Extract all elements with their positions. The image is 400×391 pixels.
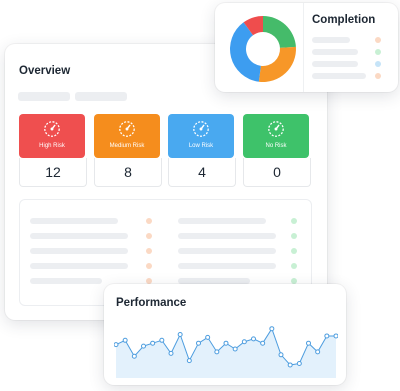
completion-divider bbox=[303, 3, 304, 92]
status-dot bbox=[146, 218, 152, 224]
performance-point-12[interactable] bbox=[223, 340, 229, 346]
gauge-icon bbox=[268, 121, 284, 137]
legend-line bbox=[312, 49, 358, 55]
performance-point-11[interactable] bbox=[214, 349, 220, 355]
performance-point-9[interactable] bbox=[196, 340, 201, 346]
placeholder-line bbox=[30, 218, 118, 224]
placeholder-line bbox=[178, 263, 276, 269]
high-risk-label: High Risk bbox=[39, 143, 65, 149]
no-risk-label: No Risk bbox=[265, 143, 287, 149]
performance-point-8[interactable] bbox=[186, 358, 192, 364]
filter-placeholder-1[interactable] bbox=[18, 92, 70, 101]
performance-point-0[interactable] bbox=[114, 342, 119, 348]
placeholder-line bbox=[30, 248, 128, 254]
legend-line bbox=[312, 37, 350, 43]
legend-dot bbox=[375, 61, 381, 67]
high-risk-card[interactable]: High Risk bbox=[19, 114, 85, 158]
performance-area bbox=[116, 328, 336, 378]
performance-point-19[interactable] bbox=[287, 362, 293, 368]
performance-point-13[interactable] bbox=[232, 346, 238, 352]
gauge-icon bbox=[193, 121, 209, 137]
performance-point-5[interactable] bbox=[159, 337, 165, 343]
placeholder-line bbox=[30, 278, 102, 284]
legend-dot bbox=[375, 49, 381, 55]
high-risk-count: 12 bbox=[19, 158, 87, 187]
overview-title: Overview bbox=[19, 65, 71, 77]
performance-card: Performance bbox=[104, 284, 346, 385]
status-dot bbox=[291, 218, 297, 224]
completion-donut-chart bbox=[230, 16, 296, 82]
low-risk-count: 4 bbox=[168, 158, 236, 187]
performance-point-18[interactable] bbox=[278, 352, 284, 358]
performance-point-10[interactable] bbox=[205, 334, 211, 340]
placeholder-line bbox=[30, 263, 128, 269]
gauge-icon bbox=[44, 121, 60, 137]
filter-placeholder-2[interactable] bbox=[75, 92, 127, 101]
performance-point-15[interactable] bbox=[251, 336, 256, 342]
gauge-icon bbox=[119, 121, 135, 137]
performance-point-22[interactable] bbox=[315, 349, 321, 355]
status-dot bbox=[146, 248, 152, 254]
performance-point-23[interactable] bbox=[324, 333, 330, 339]
no-risk-count: 0 bbox=[243, 158, 311, 187]
completion-card: Completion bbox=[215, 3, 398, 92]
performance-point-17[interactable] bbox=[269, 326, 275, 332]
performance-line-chart bbox=[114, 326, 338, 378]
status-dot bbox=[291, 248, 297, 254]
performance-point-3[interactable] bbox=[141, 343, 146, 349]
legend-line bbox=[312, 61, 358, 67]
performance-point-4[interactable] bbox=[150, 340, 156, 346]
status-dot bbox=[291, 233, 297, 239]
medium-risk-label: Medium Risk bbox=[109, 143, 145, 149]
legend-line bbox=[312, 73, 366, 79]
performance-point-21[interactable] bbox=[306, 340, 311, 346]
placeholder-line bbox=[30, 233, 128, 239]
low-risk-label: Low Risk bbox=[188, 143, 214, 149]
donut-slice-0[interactable] bbox=[263, 16, 296, 48]
medium-risk-count: 8 bbox=[94, 158, 162, 187]
donut-slice-1[interactable] bbox=[258, 46, 296, 82]
placeholder-line bbox=[178, 233, 276, 239]
no-risk-card[interactable]: No Risk bbox=[243, 114, 309, 158]
completion-title: Completion bbox=[312, 14, 376, 26]
performance-point-20[interactable] bbox=[296, 361, 302, 366]
status-dot bbox=[291, 263, 297, 269]
status-dot bbox=[146, 263, 152, 269]
performance-point-6[interactable] bbox=[168, 350, 174, 356]
legend-dot bbox=[375, 73, 381, 79]
performance-point-2[interactable] bbox=[131, 353, 137, 359]
performance-point-24[interactable] bbox=[333, 333, 338, 339]
performance-point-1[interactable] bbox=[122, 337, 128, 343]
performance-title: Performance bbox=[116, 297, 187, 309]
medium-risk-card[interactable]: Medium Risk bbox=[94, 114, 160, 158]
low-risk-card[interactable]: Low Risk bbox=[168, 114, 234, 158]
placeholder-line bbox=[178, 248, 276, 254]
status-dot bbox=[146, 233, 152, 239]
performance-point-16[interactable] bbox=[260, 340, 266, 346]
performance-point-14[interactable] bbox=[241, 339, 247, 345]
performance-point-7[interactable] bbox=[177, 332, 183, 337]
legend-dot bbox=[375, 37, 381, 43]
placeholder-line bbox=[178, 218, 266, 224]
